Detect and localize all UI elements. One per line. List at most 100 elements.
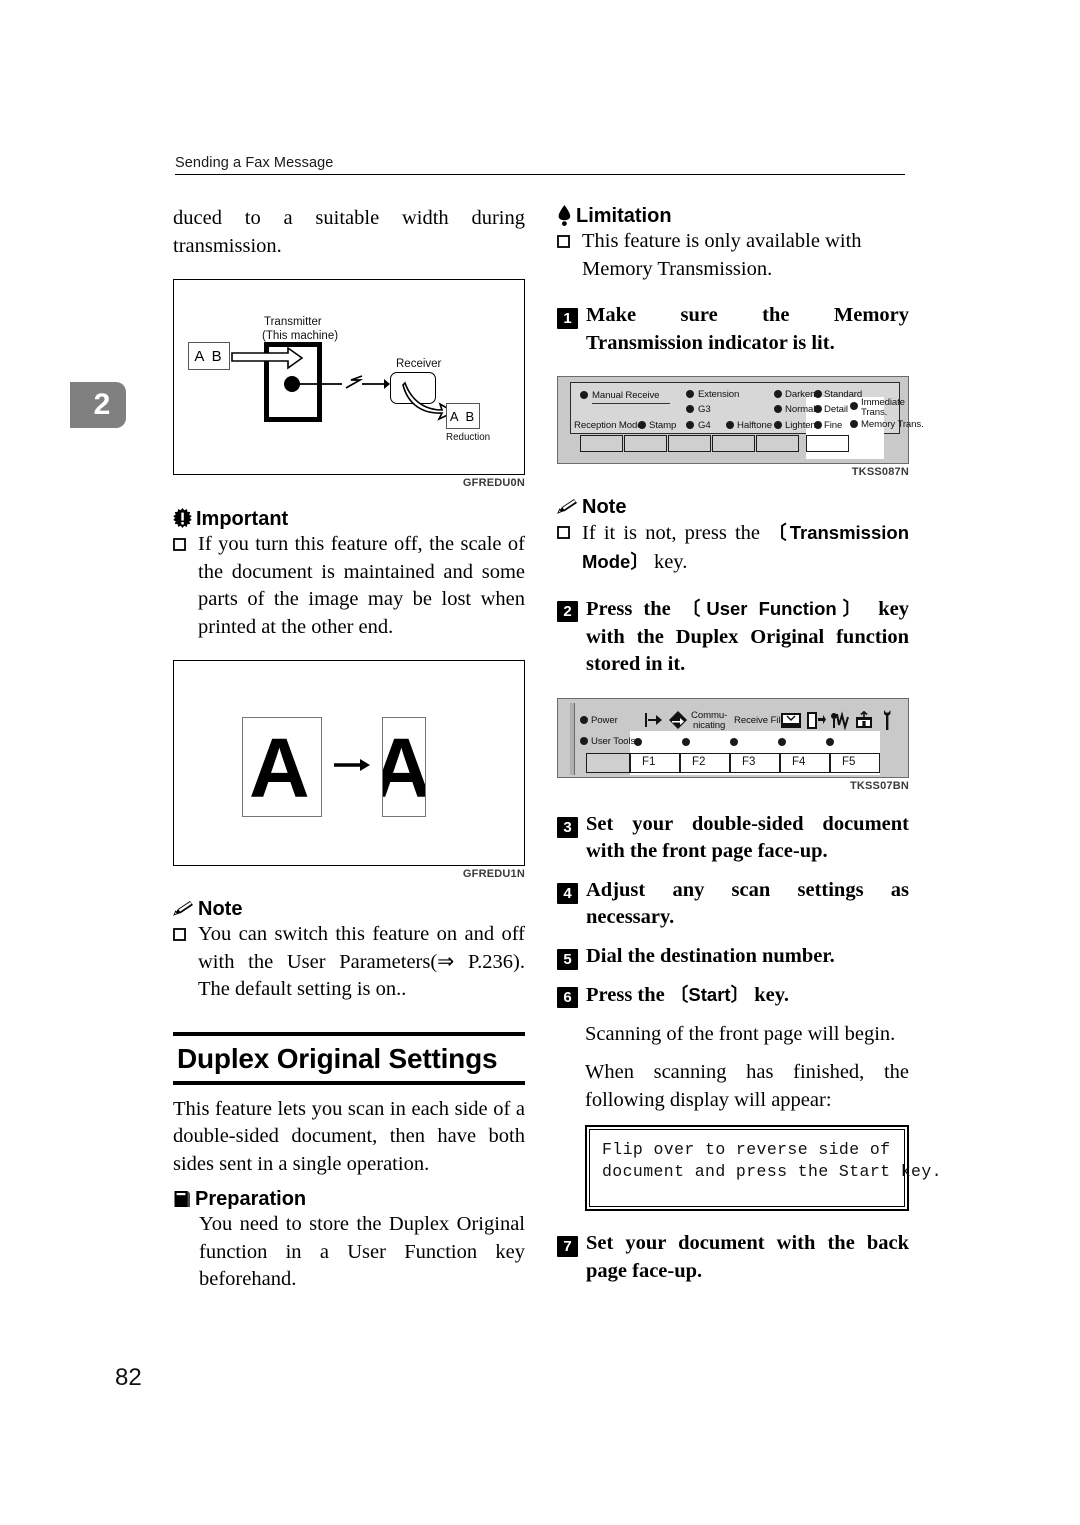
important-bullet-row: If you turn this feature off, the scale … bbox=[173, 531, 525, 641]
indicator-label-g3: G3 bbox=[698, 404, 711, 415]
indicator-label-halftone: Halftone bbox=[737, 420, 772, 431]
open-square-bullet-icon bbox=[557, 519, 572, 576]
note-pencil-icon bbox=[173, 900, 194, 919]
panel-key-transmission-mode[interactable] bbox=[806, 435, 849, 452]
preparation-heading: Preparation bbox=[195, 1188, 307, 1210]
left-column: duced to a suitable width during transmi… bbox=[173, 205, 525, 1294]
page-number: 82 bbox=[115, 1364, 142, 1391]
important-bullet-text: If you turn this feature off, the scale … bbox=[198, 533, 525, 638]
indicator-dot-immediate-trans bbox=[850, 402, 858, 410]
indicator-dot-g4 bbox=[686, 421, 694, 429]
note-callout-left: Note You can switch this feature on and … bbox=[173, 899, 525, 1004]
error-icon bbox=[831, 710, 849, 730]
indicator-label-memory-trans: Memory Trans. bbox=[861, 419, 924, 430]
important-icon bbox=[173, 508, 192, 529]
step-2-number: 2 bbox=[557, 601, 578, 622]
running-header: Sending a Fax Message bbox=[175, 155, 905, 175]
indicator-label-lighten: Lighten bbox=[785, 420, 816, 431]
memory-file-icon bbox=[807, 711, 826, 729]
figure-reduced-letter: A bbox=[383, 726, 425, 810]
step-6-pre: Press the bbox=[586, 984, 670, 1006]
figure-code-transmission: GFREDU0N bbox=[462, 477, 525, 489]
keycap-start-label: Start bbox=[688, 984, 731, 1005]
step-7: 7 Set your document with the back page f… bbox=[557, 1230, 909, 1285]
section-intro-paragraph: This feature lets you scan in each side … bbox=[173, 1097, 525, 1175]
important-callout: Important If you turn this feature off, … bbox=[173, 508, 525, 641]
note-bullet-text-left: You can switch this feature on and off w… bbox=[198, 923, 525, 1000]
indicator-dot-normal bbox=[774, 405, 782, 413]
function-key-dot-1 bbox=[634, 737, 642, 746]
function-key-dot-2 bbox=[682, 737, 690, 746]
after-step6-paragraph-2: When scanning has finished, the followin… bbox=[585, 1061, 909, 1111]
after-step6-paragraph-1: Scanning of the front page will begin. bbox=[585, 1022, 896, 1045]
figure-label-transmitter-line2: (This machine) bbox=[262, 330, 339, 342]
figure-code-function-key-panel: TKSS07BN bbox=[849, 779, 909, 792]
indicator-label-stamp: Stamp bbox=[649, 420, 677, 431]
indicator-dot-extension bbox=[686, 390, 694, 398]
header-rule bbox=[175, 174, 905, 175]
panel-key-f4-label: F4 bbox=[792, 755, 806, 768]
step-7-number: 7 bbox=[557, 1236, 578, 1257]
step-2-pre: Press the bbox=[586, 598, 682, 620]
running-header-title: Sending a Fax Message bbox=[175, 155, 334, 171]
right-column: Limitation This feature is only availabl… bbox=[557, 205, 942, 1285]
dial-in-icon bbox=[645, 712, 662, 727]
step-3: 3 Set your double-sided document with th… bbox=[557, 811, 909, 866]
panel-key-f2-label: F2 bbox=[692, 755, 706, 768]
continued-paragraph: duced to a suitable width during transmi… bbox=[173, 207, 525, 257]
indicator-label-reception-mode: Reception Mode bbox=[574, 420, 643, 431]
indicator-dot-manual-receive bbox=[580, 391, 588, 399]
note-heading-row-right: Note bbox=[557, 497, 909, 517]
function-key-dot-5 bbox=[826, 737, 834, 746]
note-bullet-row-right: If it is not, press the 〔Transmission Mo… bbox=[557, 519, 909, 576]
function-key-dot-3 bbox=[730, 737, 738, 746]
indicator-dot-memory-trans bbox=[850, 420, 858, 428]
panel-key-4[interactable] bbox=[712, 435, 755, 452]
step-4-number: 4 bbox=[557, 882, 578, 904]
panel-key-1[interactable] bbox=[580, 435, 623, 452]
note-bullet-text-right: If it is not, press the 〔Transmission Mo… bbox=[582, 519, 909, 576]
panel-key-f3[interactable]: F3 bbox=[730, 752, 780, 773]
step-3-text: Set your double-sided document with the … bbox=[586, 812, 909, 863]
panel-key-f2[interactable]: F2 bbox=[680, 752, 730, 773]
preparation-callout: Preparation You need to store the Duplex… bbox=[173, 1189, 525, 1294]
add-toner-icon bbox=[856, 710, 872, 728]
panel-key-2[interactable] bbox=[624, 435, 667, 452]
figure-source-document: A B bbox=[188, 342, 230, 370]
function-key-panel-body: Power User Tools Commu- nicating Receive… bbox=[557, 697, 909, 778]
panel-key-f4[interactable]: F4 bbox=[780, 752, 830, 773]
indicator-label-extension: Extension bbox=[698, 389, 740, 400]
limitation-icon bbox=[557, 205, 572, 226]
step-6-post: key. bbox=[749, 984, 789, 1006]
keycap-start: 〔Start〕 bbox=[669, 984, 750, 1005]
indicator-label-darken: Darken bbox=[785, 389, 816, 400]
figure-transmission-line-icon bbox=[298, 375, 390, 389]
indicator-dot-standard bbox=[814, 390, 822, 398]
lcd-display-screen: Flip over to reverse side of document an… bbox=[589, 1129, 942, 1207]
panel-key-f1[interactable]: F1 bbox=[630, 752, 680, 773]
indicator-dot-user-tools bbox=[580, 736, 588, 745]
indicator-label-receive-file: Receive File bbox=[734, 714, 786, 726]
figure-indicator-panel: Manual Receive Reception Mode Stamp Exte… bbox=[557, 376, 924, 478]
indicator-dot-halftone bbox=[726, 421, 734, 429]
figure-scale-frame: A A bbox=[173, 660, 525, 866]
panel-key-5[interactable] bbox=[756, 435, 799, 452]
figure-result-document: A B bbox=[446, 403, 480, 429]
indicator-label-power: Power bbox=[591, 714, 618, 726]
indicator-dot-stamp bbox=[638, 421, 646, 429]
indicator-dot-fine bbox=[814, 421, 822, 429]
panel-key-3[interactable] bbox=[668, 435, 711, 452]
chapter-tab: 2 bbox=[70, 382, 126, 428]
figure-feed-arrow-icon bbox=[231, 346, 304, 370]
limitation-callout: Limitation This feature is only availabl… bbox=[557, 205, 909, 283]
indicator-dot-detail bbox=[814, 405, 822, 413]
step-7-text: Set your document with the back page fac… bbox=[586, 1232, 909, 1282]
note-bullet-row-left: You can switch this feature on and off w… bbox=[173, 921, 525, 1004]
important-heading: Important bbox=[196, 508, 289, 530]
important-heading-row: Important bbox=[173, 508, 525, 529]
reception-mode-bracket bbox=[592, 403, 670, 404]
note-heading-right: Note bbox=[582, 496, 627, 518]
panel-key-user-function[interactable] bbox=[586, 752, 630, 773]
panel-key-f5[interactable]: F5 bbox=[830, 752, 880, 773]
step-2: 2 Press the 〔User Function〕 key with the… bbox=[557, 595, 909, 679]
